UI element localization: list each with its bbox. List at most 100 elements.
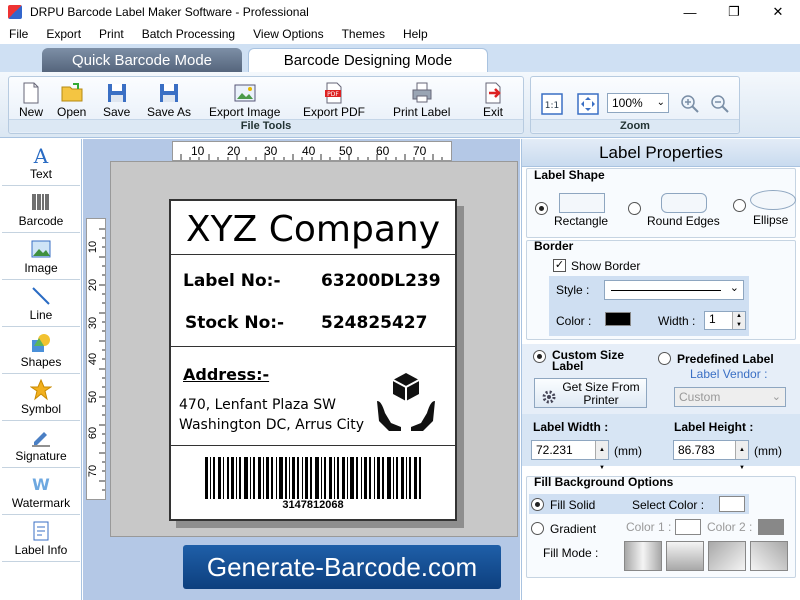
gradient-color1-swatch[interactable] — [675, 519, 701, 535]
spin-up-icon: ▲ — [599, 447, 605, 453]
stock-no-key[interactable]: Stock No:- — [185, 313, 284, 333]
zoom-level-select[interactable]: 100% ⌄ — [607, 93, 669, 113]
fill-mode-option-vertical[interactable] — [666, 541, 704, 571]
menu-print[interactable]: Print — [90, 27, 133, 41]
h-ruler-10: 10 — [191, 144, 205, 158]
fill-color-swatch[interactable] — [719, 496, 745, 512]
shape-round-edges-label: Round Edges — [647, 214, 720, 228]
stock-no-value[interactable]: 524825427 — [321, 313, 427, 333]
menu-help[interactable]: Help — [394, 27, 437, 41]
border-style-line-preview — [611, 290, 721, 291]
barcode-label[interactable]: XYZ Company Label No:- 63200DL239 Stock … — [169, 199, 457, 521]
print-label-label: Print Label — [393, 105, 451, 119]
label-vendor-select[interactable]: Custom ⌄ — [674, 387, 786, 407]
round-edges-shape-preview[interactable] — [661, 193, 707, 213]
company-name[interactable]: XYZ Company — [171, 209, 455, 250]
exit-button[interactable]: Exit — [481, 81, 505, 119]
label-height-input[interactable]: 86.783 ▲ ▼ — [673, 440, 749, 471]
sidebar-item-line[interactable]: Line — [2, 280, 80, 327]
shapes-tool-icon — [32, 333, 50, 352]
sidebar-item-signature[interactable]: Signature — [2, 421, 80, 468]
save-label: Save — [103, 105, 131, 119]
save-as-button[interactable]: Save As — [147, 81, 191, 119]
fill-solid-radio[interactable] — [531, 498, 544, 511]
address-line-2[interactable]: Washington DC, Arrus City — [179, 417, 364, 433]
border-width-input[interactable]: 1 ▲ ▼ — [704, 311, 746, 330]
sidebar-item-barcode[interactable]: Barcode — [2, 186, 80, 233]
open-button[interactable]: Open — [57, 81, 86, 119]
border-color-swatch[interactable] — [605, 312, 631, 326]
address-line-1[interactable]: 470, Lenfant Plaza SW — [179, 397, 336, 413]
shape-rectangle-radio[interactable] — [535, 202, 548, 215]
save-button[interactable]: Save — [103, 81, 130, 119]
sidebar-item-watermark[interactable]: W Watermark — [2, 468, 80, 515]
svg-text:PDF: PDF — [327, 91, 339, 98]
ellipse-shape-preview[interactable] — [750, 190, 796, 210]
h-ruler-20: 20 — [227, 144, 241, 158]
export-image-icon — [234, 84, 256, 102]
v-ruler-60: 60 — [87, 426, 100, 440]
border-style-select[interactable]: ⌄ — [604, 280, 744, 300]
h-ruler-40: 40 — [302, 144, 316, 158]
custom-size-radio[interactable] — [533, 350, 546, 363]
svg-text:W: W — [32, 475, 50, 494]
handle-with-care-icon[interactable] — [375, 371, 437, 431]
title-bar: DRPU Barcode Label Maker Software - Prof… — [0, 0, 800, 24]
address-title[interactable]: Address:- — [183, 365, 269, 384]
h-ruler-60: 60 — [376, 144, 390, 158]
sidebar-item-label-info[interactable]: Label Info — [2, 515, 80, 562]
width-unit-label: (mm) — [614, 444, 642, 458]
gradient-color2-swatch[interactable] — [758, 519, 784, 535]
zoom-in-icon — [681, 95, 699, 113]
fill-mode-option-horizontal[interactable] — [624, 541, 662, 571]
fit-to-window-button[interactable] — [577, 93, 599, 118]
export-image-button[interactable]: Export Image — [209, 81, 280, 119]
border-width-spinner[interactable]: ▲ ▼ — [732, 312, 745, 329]
fill-mode-option-backward-diagonal[interactable] — [750, 541, 788, 571]
shape-ellipse-radio[interactable] — [733, 199, 746, 212]
gradient-color2-label: Color 2 : — [707, 520, 753, 534]
barcode-graphic[interactable] — [203, 457, 423, 499]
gradient-radio[interactable] — [531, 522, 544, 535]
predefined-label-radio[interactable] — [658, 352, 671, 365]
watermark-tool-icon: W — [32, 475, 50, 494]
spin-down-icon: ▼ — [739, 465, 745, 471]
new-button[interactable]: New — [19, 81, 43, 119]
shape-round-edges-radio[interactable] — [628, 202, 641, 215]
menu-file[interactable]: File — [0, 27, 37, 41]
menu-themes[interactable]: Themes — [333, 27, 394, 41]
fill-mode-option-diagonal[interactable] — [708, 541, 746, 571]
sidebar-item-symbol[interactable]: Symbol — [2, 374, 80, 421]
actual-size-button[interactable]: 1:1 — [541, 93, 563, 118]
zoom-in-button[interactable] — [679, 93, 701, 118]
sidebar-item-text[interactable]: A Text — [2, 139, 80, 186]
menu-view-options[interactable]: View Options — [244, 27, 332, 41]
tab-quick-barcode-mode[interactable]: Quick Barcode Mode — [42, 48, 242, 72]
restore-button[interactable]: ❐ — [712, 0, 756, 24]
label-no-key[interactable]: Label No:- — [183, 271, 281, 291]
label-height-spinner[interactable]: ▲ ▼ — [735, 441, 748, 471]
sidebar-label-signature: Signature — [15, 448, 67, 463]
border-width-label: Width : — [658, 314, 696, 328]
sidebar-item-shapes[interactable]: Shapes — [2, 327, 80, 374]
rectangle-shape-preview[interactable] — [559, 193, 605, 213]
label-width-spinner[interactable]: ▲ ▼ — [595, 441, 608, 471]
zoom-out-button[interactable] — [709, 93, 731, 118]
border-width-value: 1 — [709, 312, 716, 326]
show-border-checkbox[interactable]: ✓ — [553, 259, 566, 272]
print-label-button[interactable]: Print Label — [393, 81, 450, 119]
label-width-input[interactable]: 72.231 ▲ ▼ — [531, 440, 609, 471]
border-style-label: Style : — [556, 283, 590, 297]
get-size-from-printer-button[interactable]: Get Size From Printer — [534, 378, 647, 408]
minimize-button[interactable]: — — [668, 0, 712, 24]
export-pdf-button[interactable]: PDF Export PDF — [303, 81, 365, 119]
menu-export[interactable]: Export — [37, 27, 90, 41]
close-button[interactable]: ✕ — [756, 0, 800, 24]
sidebar-label-shapes: Shapes — [20, 354, 62, 369]
sidebar-item-image[interactable]: Image — [2, 233, 80, 280]
label-no-value[interactable]: 63200DL239 — [321, 271, 441, 291]
gradient-color1-label: Color 1 : — [626, 520, 672, 534]
label-height-value: 86.783 — [678, 443, 715, 457]
tab-barcode-designing-mode[interactable]: Barcode Designing Mode — [248, 48, 488, 72]
menu-batch-processing[interactable]: Batch Processing — [133, 27, 244, 41]
